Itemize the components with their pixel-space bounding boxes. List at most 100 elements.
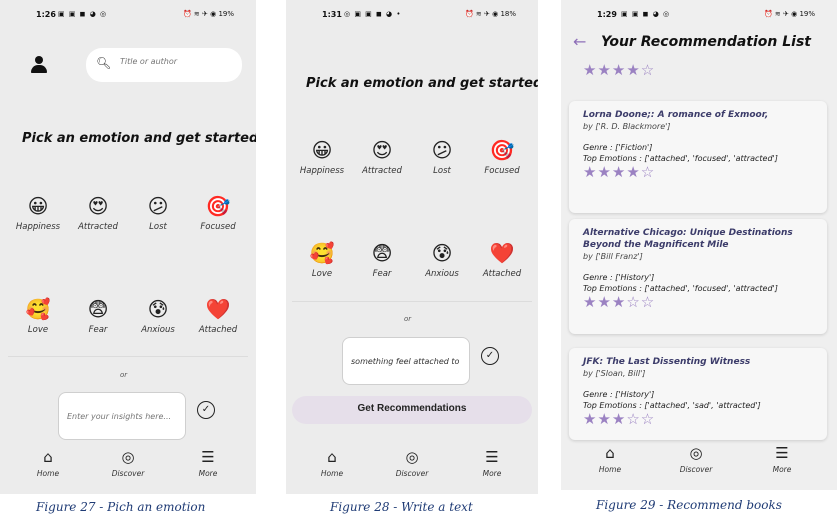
attached-icon: ❤️ (205, 297, 231, 321)
nav-label: Home (320, 469, 344, 478)
happiness-icon: 😀 (311, 138, 333, 162)
bottom-nav: ⌂ Home ◎ Discover ☰ More (286, 448, 538, 494)
nav-more[interactable]: ☰ More (467, 448, 517, 478)
home-icon: ⌂ (43, 448, 53, 466)
rating-stars: ★★★★☆ (583, 61, 656, 79)
status-system-icons: ⏰ ≋ ✈ ◉ 19% (182, 10, 234, 18)
search-input[interactable] (120, 57, 230, 66)
submit-check-icon[interactable]: ✓ (197, 401, 215, 419)
book-card[interactable]: Lorna Doone;: A romance of Exmoor, by ['… (569, 101, 827, 213)
nav-label: Discover (395, 469, 429, 478)
screen-recommendation-list: 1:29 ▣ ▣ ◼ ◕ ◎ ⏰ ≋ ✈ ◉ 19% ← Your Recomm… (561, 0, 837, 490)
figure-caption: Figure 28 - Write a text (330, 500, 473, 514)
book-card[interactable]: Alternative Chicago: Unique Destinations… (569, 219, 827, 334)
emotion-love[interactable]: 🥰 Love (8, 297, 68, 335)
book-genre: Genre : ['History'] (583, 390, 655, 399)
nav-label: More (198, 469, 218, 478)
compass-icon: ◎ (121, 448, 135, 466)
emotion-label: Attracted (78, 222, 118, 232)
emotion-attracted[interactable]: 😍 Attracted (68, 194, 128, 232)
home-icon: ⌂ (605, 444, 615, 462)
emotion-label: Love (27, 325, 49, 335)
rating-stars: ★★★☆☆ (583, 293, 656, 311)
nav-home[interactable]: ⌂ Home (307, 448, 357, 478)
status-app-icons: ▣ ▣ ◼ ◕ ◎ (58, 10, 108, 18)
menu-icon: ☰ (201, 448, 215, 466)
screen-write-text: 1:31 ◎ ▣ ▣ ◼ ◕ • ⏰ ≋ ✈ ◉ 18% Pick an emo… (286, 0, 538, 494)
emotion-attracted[interactable]: 😍 Attracted (352, 138, 412, 176)
emotion-label: Focused (200, 222, 236, 232)
emotion-anxious[interactable]: 😰 Anxious (128, 297, 188, 335)
emotion-focused[interactable]: 🎯 Focused (188, 194, 248, 232)
status-time: 1:26 (36, 10, 56, 19)
rating-stars: ★★★☆☆ (583, 410, 656, 428)
figure-caption: Figure 27 - Pich an emotion (36, 500, 206, 514)
screen-pick-emotion: 1:26 ▣ ▣ ◼ ◕ ◎ ⏰ ≋ ✈ ◉ 19% 🔍︎ Pick an em… (0, 0, 256, 494)
bottom-nav: ⌂ Home ◎ Discover ☰ More (0, 448, 256, 494)
status-app-icons: ▣ ▣ ◼ ◕ ◎ (621, 10, 671, 18)
status-bar: 1:26 ▣ ▣ ◼ ◕ ◎ ⏰ ≋ ✈ ◉ 19% (0, 0, 256, 22)
emotion-attached[interactable]: ❤️ Attached (188, 297, 248, 335)
status-time: 1:31 (322, 10, 342, 19)
attracted-icon: 😍 (371, 138, 393, 162)
emotion-anxious[interactable]: 😰 Anxious (412, 241, 472, 279)
emotion-attached[interactable]: ❤️ Attached (472, 241, 532, 279)
menu-icon: ☰ (485, 448, 499, 466)
divider (292, 301, 532, 302)
emotion-lost[interactable]: 😕 Lost (412, 138, 472, 176)
book-author: by ['Bill Franz'] (583, 252, 643, 261)
menu-icon: ☰ (775, 444, 789, 462)
emotion-label: Fear (88, 325, 108, 335)
search-bar[interactable]: 🔍︎ (86, 48, 242, 82)
status-system-icons: ⏰ ≋ ✈ ◉ 18% (464, 10, 516, 18)
status-app-icons: ◎ ▣ ▣ ◼ ◕ • (344, 10, 402, 18)
emotion-focused[interactable]: 🎯 Focused (472, 138, 532, 176)
emotion-fear[interactable]: 😨 Fear (352, 241, 412, 279)
nav-more[interactable]: ☰ More (757, 444, 807, 474)
anxious-icon: 😰 (147, 297, 169, 321)
submit-check-icon[interactable]: ✓ (481, 347, 499, 365)
emotion-label: Attached (198, 325, 238, 335)
emotion-happiness[interactable]: 😀 Happiness (292, 138, 352, 176)
emotion-label: Lost (149, 222, 167, 232)
emotion-lost[interactable]: 😕 Lost (128, 194, 188, 232)
emotion-label: Fear (372, 269, 392, 279)
focused-icon: 🎯 (205, 194, 231, 218)
get-recommendations-button[interactable]: Get Recommendations (292, 396, 532, 424)
status-time: 1:29 (597, 10, 617, 19)
compass-icon: ◎ (405, 448, 419, 466)
lost-icon: 😕 (431, 138, 453, 162)
emotion-label: Attached (482, 269, 522, 279)
book-author: by ['R. D. Blackmore'] (583, 122, 671, 131)
book-title: Alternative Chicago: Unique Destinations… (583, 228, 793, 250)
emotion-label: Happiness (299, 166, 345, 176)
back-arrow-icon[interactable]: ← (573, 32, 586, 51)
emotion-fear[interactable]: 😨 Fear (68, 297, 128, 335)
or-separator: or (120, 371, 128, 379)
emotion-happiness[interactable]: 😀 Happiness (8, 194, 68, 232)
book-title: Lorna Doone;: A romance of Exmoor, (583, 110, 769, 120)
book-card[interactable]: JFK: The Last Dissenting Witness by ['Sl… (569, 348, 827, 440)
nav-label: Discover (111, 469, 145, 478)
compass-icon: ◎ (689, 444, 703, 462)
home-icon: ⌂ (327, 448, 337, 466)
book-genre: Genre : ['Fiction'] (583, 143, 653, 152)
emotion-love[interactable]: 🥰 Love (292, 241, 352, 279)
insights-input[interactable] (342, 337, 470, 385)
fear-icon: 😨 (87, 297, 109, 321)
nav-discover[interactable]: ◎ Discover (387, 448, 437, 478)
nav-home[interactable]: ⌂ Home (585, 444, 635, 474)
nav-label: Home (598, 465, 622, 474)
emotion-label: Happiness (15, 222, 61, 232)
nav-discover[interactable]: ◎ Discover (103, 448, 153, 478)
nav-home[interactable]: ⌂ Home (23, 448, 73, 478)
profile-icon[interactable] (30, 56, 48, 74)
insights-input[interactable] (58, 392, 186, 440)
emotion-label: Love (311, 269, 333, 279)
emotion-label: Anxious (141, 325, 175, 335)
or-separator: or (404, 315, 412, 323)
lost-icon: 😕 (147, 194, 169, 218)
nav-discover[interactable]: ◎ Discover (671, 444, 721, 474)
nav-more[interactable]: ☰ More (183, 448, 233, 478)
rating-stars: ★★★★☆ (583, 163, 656, 181)
